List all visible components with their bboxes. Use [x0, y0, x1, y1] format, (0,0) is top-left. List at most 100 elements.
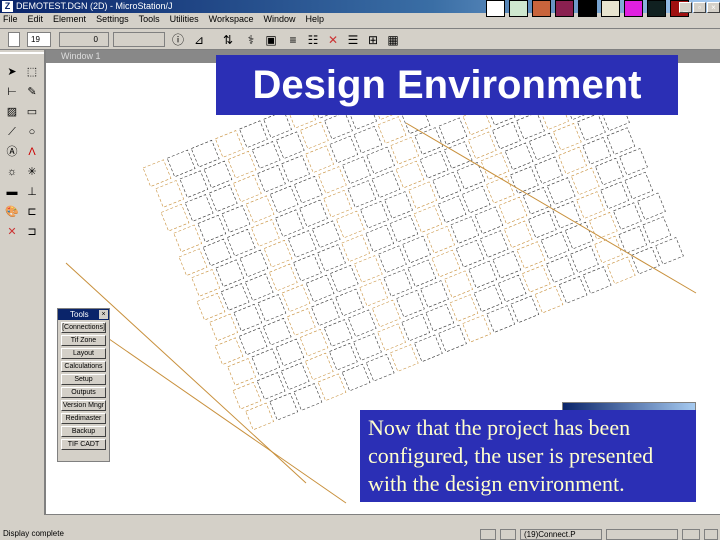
lot [220, 283, 250, 311]
modify-icon[interactable]: ✎ [24, 84, 40, 100]
menu-file[interactable]: File [3, 13, 18, 26]
lot [293, 383, 323, 411]
layout-button[interactable]: Layout [61, 348, 106, 359]
level-select[interactable]: 19 [27, 32, 51, 47]
redimaster-button[interactable]: Redimaster [61, 413, 106, 424]
menu-workspace[interactable]: Workspace [209, 13, 254, 26]
key-in-icon[interactable]: ⊿ [191, 32, 207, 48]
lot [353, 255, 383, 283]
menu-list-icon[interactable]: ☰ [345, 32, 361, 48]
drop-icon[interactable]: ⊐ [24, 224, 40, 240]
menu-element[interactable]: Element [53, 13, 86, 26]
lot [467, 131, 497, 160]
lot [426, 225, 455, 254]
manipulate-icon[interactable]: ⊢ [4, 84, 20, 100]
delete-icon[interactable]: ✕ [325, 32, 341, 48]
tif-zone-button[interactable]: Tif Zone [61, 335, 106, 346]
lot [323, 189, 352, 218]
tif-cadt-button[interactable]: TIF CADT [61, 439, 106, 450]
lot [396, 289, 425, 318]
view-title: Window 1 [61, 51, 101, 61]
raster-icon[interactable]: ▣ [263, 32, 279, 48]
lot [155, 180, 185, 208]
cell-place-icon[interactable]: ⊏ [24, 204, 40, 220]
delete-element-icon[interactable]: ✕ [4, 224, 20, 240]
lot [431, 249, 461, 278]
text-icon[interactable]: Ⓐ [4, 144, 20, 160]
lot [444, 270, 473, 299]
calculations-button[interactable]: Calculations [61, 361, 106, 372]
lot [366, 146, 395, 175]
reference-icon[interactable]: ⇅ [220, 32, 236, 48]
grid-icon[interactable]: ▦ [385, 32, 401, 48]
backup-button[interactable]: Backup [61, 426, 106, 437]
lot [365, 353, 395, 382]
lot [432, 171, 462, 200]
minimize-button[interactable]: _ [679, 2, 692, 13]
level-icon[interactable]: ☷ [305, 32, 321, 48]
lot [402, 235, 431, 264]
save-icon[interactable] [704, 529, 718, 540]
setup-button[interactable]: Setup [61, 374, 106, 385]
cell-icon[interactable]: ⊞ [365, 32, 381, 48]
arc-icon[interactable]: Λ [24, 144, 40, 160]
lot [160, 203, 190, 232]
lot [227, 358, 256, 386]
version-manager-button[interactable]: Version Mngr [61, 400, 106, 411]
lot [365, 224, 395, 253]
snap-icon[interactable] [480, 529, 496, 540]
lot [462, 315, 491, 343]
menu-utilities[interactable]: Utilities [170, 13, 199, 26]
lot [655, 237, 684, 265]
select-icon[interactable]: ➤ [4, 64, 20, 80]
lot [269, 185, 299, 214]
menu-help[interactable]: Help [306, 13, 325, 26]
light-icon[interactable]: ☼ [4, 164, 20, 180]
window-title: DEMOTEST.DGN (2D) - MicroStation/J [16, 1, 173, 11]
lot [347, 180, 377, 208]
lot [624, 171, 654, 200]
lot [245, 402, 274, 431]
palette-icon[interactable]: 🎨 [4, 204, 20, 220]
lot [371, 299, 401, 328]
menu-window[interactable]: Window [263, 13, 295, 26]
lot [281, 284, 311, 312]
fence-icon[interactable]: ⬚ [24, 64, 40, 80]
lot [389, 344, 419, 372]
color-picker[interactable] [8, 32, 20, 47]
status-field-2 [682, 529, 700, 540]
close-icon[interactable]: × [99, 310, 108, 319]
outputs-button[interactable]: Outputs [61, 387, 106, 398]
status-field [606, 529, 678, 540]
tool-icon[interactable]: ⚕ [243, 32, 259, 48]
lot [497, 274, 527, 303]
weight-select[interactable] [113, 32, 165, 47]
style-select[interactable]: 0 [59, 32, 109, 47]
line-icon[interactable]: ⟋ [4, 124, 20, 140]
list-icon[interactable]: ≡ [285, 32, 301, 48]
lot [510, 295, 540, 324]
connections-button[interactable]: [Connections] [61, 322, 106, 333]
info-icon[interactable]: ⓘ [170, 32, 186, 48]
close-button[interactable]: × [707, 2, 720, 13]
star-icon[interactable]: ✳ [24, 164, 40, 180]
lot [371, 170, 401, 199]
measure-icon[interactable]: ▬ [4, 184, 20, 200]
lot [238, 327, 268, 356]
lock-icon[interactable] [500, 529, 516, 540]
lot [263, 239, 293, 268]
horizontal-scrollbar[interactable] [44, 514, 720, 526]
pattern-icon[interactable]: ▨ [4, 104, 20, 120]
circle-icon[interactable]: ○ [24, 124, 40, 140]
restore-button[interactable]: ▫ [693, 2, 706, 13]
lot [304, 352, 334, 381]
menu-edit[interactable]: Edit [28, 13, 44, 26]
lot [166, 149, 196, 178]
lot [250, 219, 280, 247]
menu-settings[interactable]: Settings [96, 13, 129, 26]
rectangle-icon[interactable]: ▭ [24, 104, 40, 120]
lot [449, 294, 479, 322]
lot [468, 260, 498, 289]
menu-tools[interactable]: Tools [139, 13, 160, 26]
dimension-icon[interactable]: ⊥ [24, 184, 40, 200]
